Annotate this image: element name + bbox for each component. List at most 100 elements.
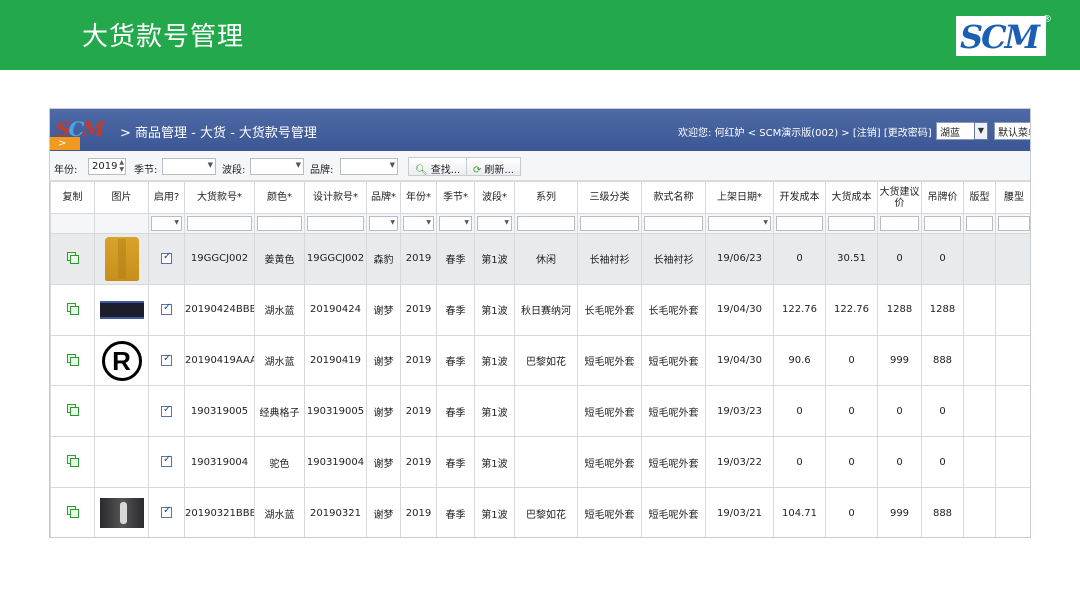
cell-year: 2019 <box>400 283 437 336</box>
column-filter-input[interactable] <box>924 216 961 231</box>
column-filter-input[interactable] <box>517 216 575 231</box>
enabled-checkbox[interactable] <box>161 353 172 366</box>
column-filter-input[interactable] <box>644 216 703 231</box>
brand-select[interactable]: ▼ <box>340 158 398 175</box>
logout-link[interactable]: 注销 <box>857 128 877 139</box>
cell-color: 姜黄色 <box>254 233 305 285</box>
image-cell <box>94 436 149 489</box>
column-filter-input[interactable] <box>307 216 364 231</box>
copy-icon[interactable] <box>67 404 79 417</box>
column-filter-input[interactable]: ▼ <box>151 216 182 231</box>
cell-fit <box>963 233 996 285</box>
table-row[interactable]: R20190419AAA湖水蓝20190419谢梦2019春季第1波巴黎如花短毛… <box>50 334 1030 387</box>
cell-year: 2019 <box>400 334 437 387</box>
copy-icon[interactable] <box>67 506 79 519</box>
column-filter-input[interactable]: ▼ <box>439 216 472 231</box>
filter-cell: ▼ <box>436 213 475 234</box>
copy-cell <box>50 436 95 489</box>
cell-category: 长袖衬衫 <box>577 233 642 285</box>
enabled-checkbox[interactable] <box>161 251 172 265</box>
column-header[interactable]: 大货成本 <box>825 181 878 214</box>
refresh-button[interactable]: ⟳ 刷新... <box>466 157 521 176</box>
column-filter-input[interactable]: ▼ <box>477 216 512 231</box>
column-header[interactable]: 上架日期* <box>705 181 774 214</box>
table-row[interactable]: 19GGCJ002姜黄色19GGCJ002森豹2019春季第1波休闲长袖衬衫长袖… <box>50 233 1030 285</box>
cell-wave: 第1波 <box>474 283 515 336</box>
column-header[interactable]: 复制 <box>50 181 95 214</box>
change-password-link[interactable]: 更改密码 <box>888 128 928 139</box>
table-row[interactable]: 190319005经典格子190319005谢梦2019春季第1波短毛呢外套短毛… <box>50 385 1030 438</box>
column-header[interactable]: 款式名称 <box>641 181 706 214</box>
column-header[interactable]: 启用? <box>148 181 185 214</box>
cell-wave: 第1波 <box>474 436 515 489</box>
column-filter-input[interactable] <box>828 216 875 231</box>
column-header[interactable]: 吊牌价 <box>921 181 964 214</box>
column-header[interactable]: 颜色* <box>254 181 305 214</box>
column-header[interactable]: 波段* <box>474 181 515 214</box>
spinner-arrows-icon[interactable]: ▲ ▼ <box>119 159 124 173</box>
enabled-checkbox[interactable] <box>161 505 172 519</box>
product-thumbnail[interactable] <box>99 300 144 319</box>
column-filter-input[interactable] <box>187 216 252 231</box>
cell-design-no: 20190321 <box>304 487 367 537</box>
product-thumbnail[interactable] <box>104 236 139 281</box>
chevron-down-icon: ▼ <box>464 219 469 226</box>
season-select[interactable]: ▼ <box>162 158 216 175</box>
product-thumbnail[interactable]: R <box>101 340 142 381</box>
column-filter-input[interactable] <box>257 216 302 231</box>
column-filter-input[interactable] <box>880 216 919 231</box>
copy-icon[interactable] <box>67 251 79 264</box>
column-header[interactable]: 版型 <box>963 181 996 214</box>
column-filter-input[interactable] <box>966 216 993 231</box>
column-header[interactable]: 大货建议价 <box>877 181 922 214</box>
year-spinner[interactable]: 2019 ▲ ▼ <box>88 158 126 175</box>
cell-year: 2019 <box>400 385 437 438</box>
column-filter-input[interactable]: ▼ <box>403 216 434 231</box>
copy-icon[interactable] <box>67 353 79 366</box>
cell-series: 巴黎如花 <box>514 334 578 387</box>
collapse-arrow-icon[interactable]: > <box>50 137 80 150</box>
enabled-cell <box>148 385 185 438</box>
search-button[interactable]: 🔍︎ 查找... <box>408 157 468 176</box>
enabled-checkbox[interactable] <box>161 404 172 417</box>
column-header[interactable]: 腰型 <box>995 181 1030 214</box>
cell-design-no: 19GGCJ002 <box>304 233 367 285</box>
table-row[interactable]: 20190321BBB湖水蓝20190321谢梦2019春季第1波巴黎如花短毛呢… <box>50 487 1030 537</box>
column-filter-input[interactable] <box>998 216 1030 231</box>
default-menu-button[interactable]: 默认菜单 <box>994 122 1030 140</box>
column-header[interactable]: 大货款号* <box>184 181 255 214</box>
table-row[interactable]: 190319004驼色190319004谢梦2019春季第1波短毛呢外套短毛呢外… <box>50 436 1030 489</box>
grid-body: 19GGCJ002姜黄色19GGCJ002森豹2019春季第1波休闲长袖衬衫长袖… <box>50 233 1030 537</box>
copy-icon[interactable] <box>67 455 79 468</box>
cell-color: 湖水蓝 <box>254 334 305 387</box>
cell-fit <box>963 436 996 489</box>
skin-select[interactable]: 湖蓝 ▼ <box>936 122 988 140</box>
cell-year: 2019 <box>400 436 437 489</box>
product-thumbnail[interactable] <box>99 498 144 529</box>
column-filter-input[interactable]: ▼ <box>708 216 771 231</box>
column-filter-input[interactable] <box>580 216 639 231</box>
column-header[interactable]: 设计款号* <box>304 181 367 214</box>
table-row[interactable]: 20190424BBB湖水蓝20190424谢梦2019春季第1波秋日赛纳河长毛… <box>50 283 1030 336</box>
column-header[interactable]: 季节* <box>436 181 475 214</box>
column-header[interactable]: 开发成本 <box>773 181 826 214</box>
column-header[interactable]: 三级分类 <box>577 181 642 214</box>
column-filter-input[interactable]: ▼ <box>369 216 398 231</box>
enabled-checkbox[interactable] <box>161 454 172 468</box>
style-grid: 复制 图片 启用? 大货款号* 颜色* 设计款号* 品牌* 年份* 季节* 波段* 系列 三级分类 款式… <box>50 181 1030 537</box>
wave-select[interactable]: ▼ <box>250 158 304 175</box>
column-header[interactable]: 年份* <box>400 181 437 214</box>
separator: ] [ <box>876 128 888 139</box>
filter-cell <box>963 213 996 234</box>
chevron-down-icon: ▼ <box>295 161 301 169</box>
column-filter-input[interactable] <box>776 216 823 231</box>
enabled-checkbox[interactable] <box>161 302 172 315</box>
filter-cell <box>184 213 255 234</box>
column-header[interactable]: 品牌* <box>366 181 401 214</box>
cell-style-name: 短毛呢外套 <box>641 385 706 438</box>
column-header[interactable]: 图片 <box>94 181 149 214</box>
chevron-down-icon[interactable]: ▼ <box>974 122 988 140</box>
copy-icon[interactable] <box>67 302 79 315</box>
enabled-cell <box>148 487 185 537</box>
column-header[interactable]: 系列 <box>514 181 578 214</box>
